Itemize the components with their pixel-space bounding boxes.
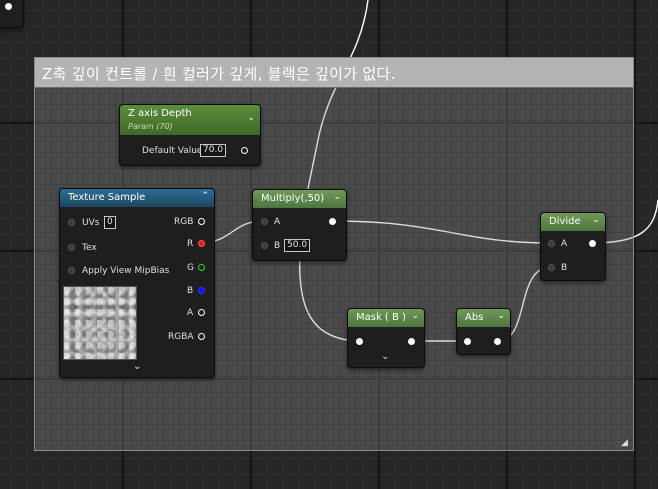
chevron-down-icon[interactable]: ⌄	[497, 311, 505, 321]
texture-preview-image	[63, 286, 137, 360]
a-output-pin[interactable]	[198, 309, 205, 316]
b-label: B	[561, 263, 568, 273]
comment-title-bar[interactable]: Z축 깊이 컨트롤 / 흰 컬러가 깊게, 블랙은 깊이가 없다.	[35, 58, 633, 88]
uvs-input-pin[interactable]	[68, 219, 75, 226]
apply-mipbias-label: Apply View MipBias	[82, 266, 170, 276]
texture-sample-node[interactable]: Texture Sample ⌃ UVs 0 Tex Apply View Mi…	[59, 188, 215, 378]
uvs-input[interactable]: 0	[104, 216, 116, 229]
output-label-rgba: RGBA	[168, 332, 194, 342]
input-pin[interactable]	[464, 338, 471, 345]
g-output-pin[interactable]	[198, 264, 205, 271]
node-header[interactable]: Multiply(,50) ⌄	[253, 190, 346, 208]
output-pin[interactable]	[241, 147, 248, 154]
a-input-pin[interactable]	[548, 240, 555, 247]
output-pin[interactable]	[5, 3, 12, 10]
node-header[interactable]: Divide ⌄	[541, 213, 605, 231]
b-input-pin[interactable]	[261, 242, 268, 249]
output-label-rgb: RGB	[174, 217, 194, 227]
output-label-a: A	[187, 308, 194, 318]
output-pin[interactable]	[329, 218, 336, 225]
node-header[interactable]: Z axis Depth Param (70) ⌄	[120, 105, 260, 135]
resize-handle-icon[interactable]: ◢	[621, 438, 631, 448]
chevron-down-icon[interactable]: ⌄	[333, 192, 341, 202]
default-value-label: Default Value	[142, 146, 203, 156]
b-label: B	[274, 241, 281, 251]
comment-title: Z축 깊이 컨트롤 / 흰 컬러가 깊게, 블랙은 깊이가 없다.	[42, 65, 396, 83]
chevron-down-icon[interactable]: ⌄	[411, 311, 419, 321]
output-label-b: B	[187, 286, 194, 296]
mask-b-node[interactable]: Mask ( B ) ⌄ ⌄	[347, 308, 425, 368]
default-value-input[interactable]: 70.0	[200, 144, 227, 157]
node-header[interactable]: Mask ( B ) ⌄	[348, 309, 424, 327]
input-pin[interactable]	[356, 338, 363, 345]
z-axis-depth-node[interactable]: Z axis Depth Param (70) ⌄ Default Value …	[119, 104, 261, 166]
node-title: Abs	[465, 312, 484, 323]
chevron-down-icon[interactable]: ⌄	[247, 113, 255, 123]
b-output-pin[interactable]	[198, 287, 205, 294]
node-title: Z axis Depth	[128, 108, 192, 119]
a-label: A	[274, 217, 281, 227]
output-pin[interactable]	[408, 338, 415, 345]
output-pin[interactable]	[589, 240, 596, 247]
chevron-down-icon[interactable]: ⌄	[133, 361, 141, 372]
node-header[interactable]: Abs ⌄	[457, 309, 510, 327]
b-input-pin[interactable]	[548, 264, 555, 271]
node-title: Divide	[549, 216, 581, 227]
output-pin[interactable]	[494, 338, 501, 345]
multiply-node[interactable]: Multiply(,50) ⌄ A B 50.0	[252, 189, 347, 261]
node-header[interactable]: Texture Sample ⌃	[60, 189, 214, 207]
a-label: A	[561, 239, 568, 249]
node-title: Mask ( B )	[356, 312, 406, 323]
chevron-down-icon[interactable]: ⌄	[381, 351, 389, 362]
tex-label: Tex	[82, 243, 97, 253]
tex-input-pin[interactable]	[68, 244, 75, 251]
chevron-up-icon[interactable]: ⌃	[201, 191, 209, 201]
node-title: Multiply(,50)	[261, 193, 325, 204]
divide-node[interactable]: Divide ⌄ A B	[540, 212, 606, 281]
rgb-output-pin[interactable]	[198, 218, 205, 225]
chevron-down-icon[interactable]: ⌄	[592, 215, 600, 225]
node-title: Texture Sample	[68, 192, 146, 203]
output-label-g: G	[187, 263, 194, 273]
r-output-pin[interactable]	[198, 240, 205, 247]
abs-node[interactable]: Abs ⌄	[456, 308, 511, 355]
node-subtitle: Param (70)	[128, 122, 173, 131]
rgba-output-pin[interactable]	[198, 333, 205, 340]
uvs-label: UVs	[82, 218, 100, 228]
output-label-r: R	[187, 239, 194, 249]
a-input-pin[interactable]	[261, 218, 268, 225]
offscreen-node[interactable]	[0, 0, 24, 28]
apply-mipbias-input-pin[interactable]	[68, 267, 75, 274]
b-value-input[interactable]: 50.0	[284, 239, 311, 252]
